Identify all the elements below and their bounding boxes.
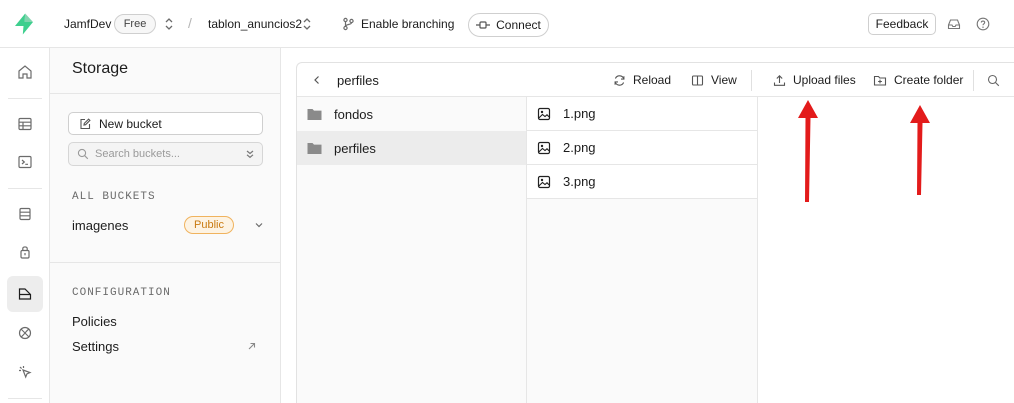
sort-chevrons-icon[interactable] [244,148,256,160]
edit-icon [80,117,91,129]
enable-branching-button[interactable]: Enable branching [342,15,454,33]
nav-home[interactable] [7,54,43,90]
search-buckets-input[interactable] [95,148,235,160]
columns-icon [691,74,704,86]
configuration-heading: CONFIGURATION [72,287,171,299]
nav-edge-functions[interactable] [7,315,43,351]
project-switcher-chevron-icon[interactable] [302,17,312,31]
new-bucket-button[interactable]: New bucket [68,112,263,135]
feedback-button[interactable]: Feedback [868,13,936,35]
view-button[interactable]: View [691,72,737,88]
rail-divider [8,398,42,399]
terminal-icon [18,155,32,169]
image-file-icon [537,107,551,120]
nav-sql-editor[interactable] [7,144,43,180]
back-chevron-icon[interactable] [311,74,323,86]
folder-plus-icon [873,75,887,86]
supabase-logo-icon[interactable] [12,12,36,36]
folder-icon [307,142,322,154]
folders-column: fondos perfiles [297,97,527,403]
files-column: 1.png 2.png 3.png [527,97,758,403]
realtime-icon [18,326,32,340]
inbox-icon[interactable] [947,17,961,31]
home-icon [18,65,32,79]
bucket-name: imagenes [72,217,129,233]
folder-item-perfiles[interactable]: perfiles [297,131,526,165]
search-buckets-field[interactable] [68,142,263,166]
external-link-icon [248,342,256,350]
breadcrumb-separator: / [188,15,192,31]
cursor-click-icon [19,366,32,379]
org-name[interactable]: JamfDev [64,17,111,31]
upload-files-label: Upload files [793,73,856,87]
image-file-icon [537,141,551,154]
folder-name: fondos [334,106,374,122]
top-bar: JamfDev Free / tablon_anuncios2 Enable b… [0,0,1014,48]
nav-realtime[interactable] [7,354,43,390]
annotation-arrow-upload [798,100,818,202]
rail-divider [8,98,42,99]
connect-label: Connect [496,18,541,32]
plug-icon [476,21,491,29]
left-nav-rail [0,48,50,403]
new-bucket-label: New bucket [99,116,162,131]
refresh-icon [614,74,625,86]
bucket-item-imagenes[interactable]: imagenes Public [72,214,267,236]
all-buckets-heading: ALL BUCKETS [72,191,156,203]
toolbar-divider [973,70,974,91]
enable-branching-label: Enable branching [361,17,455,31]
current-path: perfiles [337,73,379,88]
reload-button[interactable]: Reload [613,72,671,88]
file-item-1[interactable]: 1.png [527,97,757,131]
nav-storage[interactable] [7,276,43,312]
create-folder-button[interactable]: Create folder [873,72,963,88]
create-folder-label: Create folder [894,73,964,87]
sidebar-divider [50,262,281,263]
file-name: 1.png [563,106,596,121]
nav-table-editor[interactable] [7,106,43,142]
table-icon [18,117,32,131]
connect-button[interactable]: Connect [468,13,549,37]
sidebar-divider [50,93,281,94]
file-explorer: perfiles Reload View Upload files Create… [296,62,1014,403]
reload-label: Reload [633,73,672,87]
file-name: 3.png [563,174,596,189]
toolbar-divider [751,70,752,91]
upload-files-button[interactable]: Upload files [773,72,856,88]
annotation-arrow-create-folder [910,105,930,195]
project-name[interactable]: tablon_anuncios2 [208,17,302,31]
search-icon[interactable] [987,74,1000,87]
search-icon [77,148,89,160]
plan-badge: Free [114,14,156,34]
image-file-icon [537,175,551,188]
folder-name: perfiles [334,140,376,156]
org-switcher-chevron-icon[interactable] [164,17,174,31]
public-badge: Public [184,216,234,234]
upload-icon [773,74,786,86]
chevron-down-icon[interactable] [253,219,265,231]
storage-sidebar: Storage New bucket ALL BUCKETS imagenes … [50,48,281,403]
git-branch-icon [343,17,354,31]
settings-link[interactable]: Settings [72,339,119,354]
database-icon [19,207,31,221]
nav-database[interactable] [7,196,43,232]
help-icon[interactable] [976,17,990,31]
file-item-3[interactable]: 3.png [527,165,757,199]
storage-icon [18,288,32,300]
file-item-2[interactable]: 2.png [527,131,757,165]
view-label: View [711,73,737,87]
sidebar-title: Storage [72,60,129,77]
folder-item-fondos[interactable]: fondos [297,97,526,131]
lock-icon [20,246,30,259]
file-name: 2.png [563,140,596,155]
rail-divider [8,188,42,189]
nav-authentication[interactable] [7,234,43,270]
folder-icon [307,108,322,120]
explorer-toolbar: perfiles Reload View Upload files Create… [297,63,1014,97]
policies-link[interactable]: Policies [72,314,117,329]
